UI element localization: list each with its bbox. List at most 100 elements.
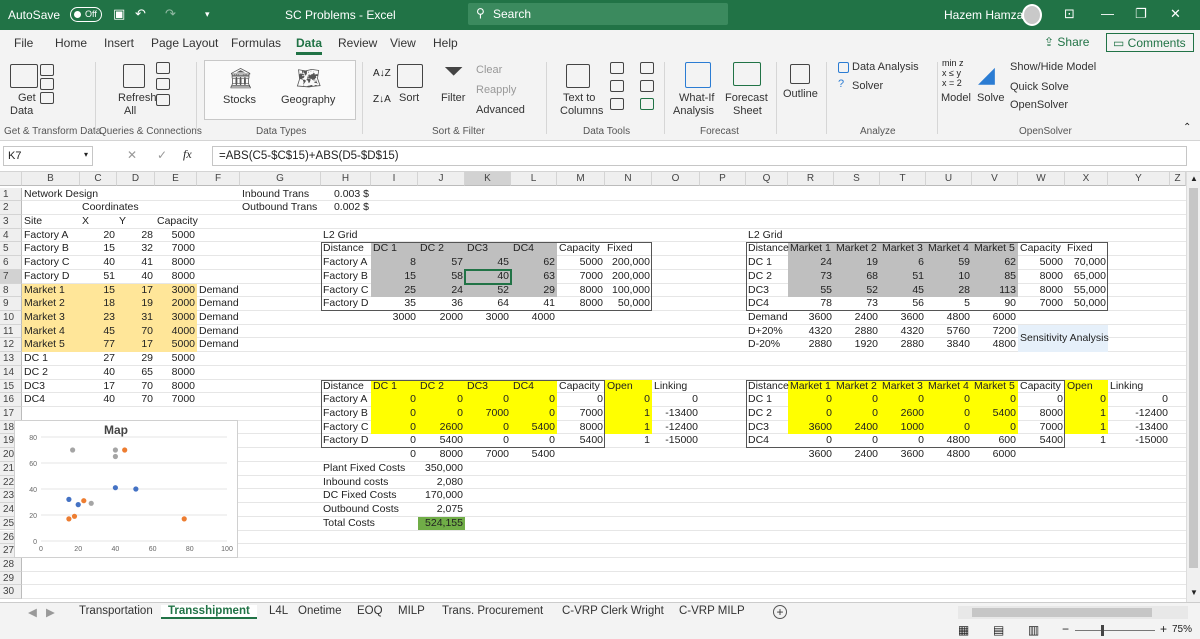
- customize-qat-icon[interactable]: ▾: [205, 9, 210, 20]
- sort-az-icon[interactable]: A↓Z: [373, 68, 391, 79]
- site-demand-label[interactable]: Demand: [199, 311, 239, 325]
- row-header-29[interactable]: 29: [0, 571, 22, 586]
- site-name[interactable]: Market 4: [24, 325, 78, 339]
- tab-insert[interactable]: Insert: [104, 36, 134, 50]
- row-header-14[interactable]: 14: [0, 365, 22, 380]
- site-name[interactable]: DC3: [24, 380, 78, 394]
- collapse-ribbon-icon[interactable]: ⌃: [1183, 122, 1191, 133]
- scroll-thumb[interactable]: [1189, 188, 1198, 568]
- factory-linking[interactable]: -12400: [654, 421, 698, 435]
- data-analysis-button[interactable]: Data Analysis: [852, 61, 919, 73]
- cost-label[interactable]: DC Fixed Costs: [323, 489, 416, 503]
- column-header-j[interactable]: J: [418, 172, 465, 186]
- sheet-tab-milp[interactable]: MILP: [398, 605, 425, 617]
- data-model-icon[interactable]: [640, 98, 654, 110]
- cost-value[interactable]: 524,155: [420, 517, 463, 531]
- column-header-z[interactable]: Z: [1170, 172, 1186, 186]
- site-y[interactable]: 70: [119, 380, 153, 394]
- inbound-trans-label[interactable]: Inbound Trans: [242, 188, 319, 202]
- filter-button[interactable]: Filter: [441, 92, 465, 104]
- undo-icon[interactable]: ↶: [135, 6, 146, 22]
- column-header-u[interactable]: U: [926, 172, 972, 186]
- dc-linking[interactable]: -12400: [1110, 407, 1168, 421]
- row-header-13[interactable]: 13: [0, 352, 22, 366]
- row-header-5[interactable]: 5: [0, 242, 22, 257]
- consolidate-icon[interactable]: [640, 62, 654, 74]
- column-header-b[interactable]: B: [22, 172, 80, 186]
- site-demand-label[interactable]: [199, 352, 238, 366]
- clear-button[interactable]: Clear: [476, 64, 502, 76]
- y-header[interactable]: Y: [119, 215, 153, 229]
- flash-fill-icon[interactable]: [610, 62, 624, 74]
- scroll-down-icon[interactable]: ▼: [1190, 588, 1198, 597]
- column-header-e[interactable]: E: [155, 172, 197, 186]
- get-data-button[interactable]: Get: [18, 92, 36, 104]
- capacity-header[interactable]: Capacity: [157, 215, 198, 229]
- site-capacity[interactable]: 8000: [157, 256, 195, 270]
- outbound-rate[interactable]: 0.002 $: [323, 201, 369, 215]
- site-x[interactable]: 51: [82, 270, 115, 284]
- solve-button[interactable]: Solve: [977, 92, 1005, 104]
- column-header-p[interactable]: P: [700, 172, 746, 186]
- site-x[interactable]: 40: [82, 256, 115, 270]
- column-header-n[interactable]: N: [605, 172, 652, 186]
- site-capacity[interactable]: 8000: [157, 270, 195, 284]
- row-header-15[interactable]: 15: [0, 379, 22, 394]
- zoom-level[interactable]: 75%: [1172, 624, 1192, 635]
- linking-header[interactable]: Linking: [654, 380, 698, 394]
- quick-solve-button[interactable]: Quick Solve: [1010, 81, 1069, 93]
- demand-plus-label[interactable]: D+20%: [748, 325, 786, 339]
- worksheet-grid[interactable]: BCDEFGHIJKLMNOPQRSTUVWXYZ 1 2 3 4 5 6 7 8 9 10 11 1…: [0, 172, 1200, 602]
- site-y[interactable]: 70: [119, 325, 153, 339]
- site-x[interactable]: 40: [82, 393, 115, 407]
- sheet-tab-transshipment[interactable]: Transshipment: [161, 605, 257, 619]
- column-header-v[interactable]: V: [972, 172, 1018, 186]
- outline-button[interactable]: Outline: [783, 88, 818, 100]
- page-layout-view-icon[interactable]: ▤: [993, 623, 1004, 637]
- comments-button[interactable]: ▭ Comments: [1106, 33, 1194, 52]
- l2-total[interactable]: 3000: [373, 311, 416, 325]
- demand-plus-value[interactable]: 5760: [928, 325, 970, 339]
- reapply-button[interactable]: Reapply: [476, 84, 516, 96]
- share-button[interactable]: ⇪ Share: [1044, 35, 1089, 49]
- redo-icon[interactable]: ↷: [165, 6, 176, 22]
- save-icon[interactable]: ▣: [113, 6, 125, 22]
- cancel-icon[interactable]: ✕: [127, 148, 137, 162]
- dc-flow-total[interactable]: 3600: [882, 448, 924, 462]
- site-demand-label[interactable]: Demand: [199, 338, 239, 352]
- site-y[interactable]: 31: [119, 311, 153, 325]
- cost-label[interactable]: Total Costs: [323, 517, 416, 531]
- cost-value[interactable]: 2,075: [420, 503, 463, 517]
- from-table-icon[interactable]: [40, 92, 54, 104]
- inbound-rate[interactable]: 0.003 $: [323, 188, 369, 202]
- zoom-in-icon[interactable]: +: [1160, 622, 1167, 636]
- site-demand-label[interactable]: Demand: [199, 297, 239, 311]
- site-name[interactable]: DC 2: [24, 366, 78, 380]
- column-header-f[interactable]: F: [197, 172, 240, 186]
- tab-view[interactable]: View: [390, 36, 416, 50]
- get-data-button-2[interactable]: Data: [10, 105, 33, 117]
- refresh-all-button[interactable]: Refresh: [118, 92, 157, 104]
- tab-home[interactable]: Home: [55, 36, 87, 50]
- select-all-corner[interactable]: [0, 172, 22, 186]
- properties-icon[interactable]: [156, 78, 170, 90]
- enter-icon[interactable]: ✓: [157, 148, 167, 162]
- solver-button[interactable]: Solver: [852, 80, 883, 92]
- geography-button[interactable]: Geography: [281, 94, 335, 106]
- site-demand-label[interactable]: Demand: [199, 284, 239, 298]
- tab-data[interactable]: Data: [296, 36, 323, 55]
- zoom-slider-thumb[interactable]: [1101, 625, 1104, 636]
- insert-function-icon[interactable]: fx: [183, 147, 192, 162]
- site-capacity[interactable]: 7000: [157, 242, 195, 256]
- x-header[interactable]: X: [82, 215, 115, 229]
- demand-minus-value[interactable]: 2880: [882, 338, 924, 352]
- minimize-icon[interactable]: —: [1101, 6, 1114, 21]
- column-header-d[interactable]: D: [117, 172, 155, 186]
- site-demand-label[interactable]: Demand: [199, 325, 239, 339]
- row-header-8[interactable]: 8: [0, 283, 22, 298]
- column-header-w[interactable]: W: [1018, 172, 1065, 186]
- factory-linking[interactable]: -15000: [654, 434, 698, 448]
- map-chart[interactable]: Map 0 20 40 60 80 0 20 40 60 80 100: [14, 420, 238, 558]
- linking-header[interactable]: Linking: [1110, 380, 1168, 394]
- search-box[interactable]: ⚲ Search: [468, 3, 728, 25]
